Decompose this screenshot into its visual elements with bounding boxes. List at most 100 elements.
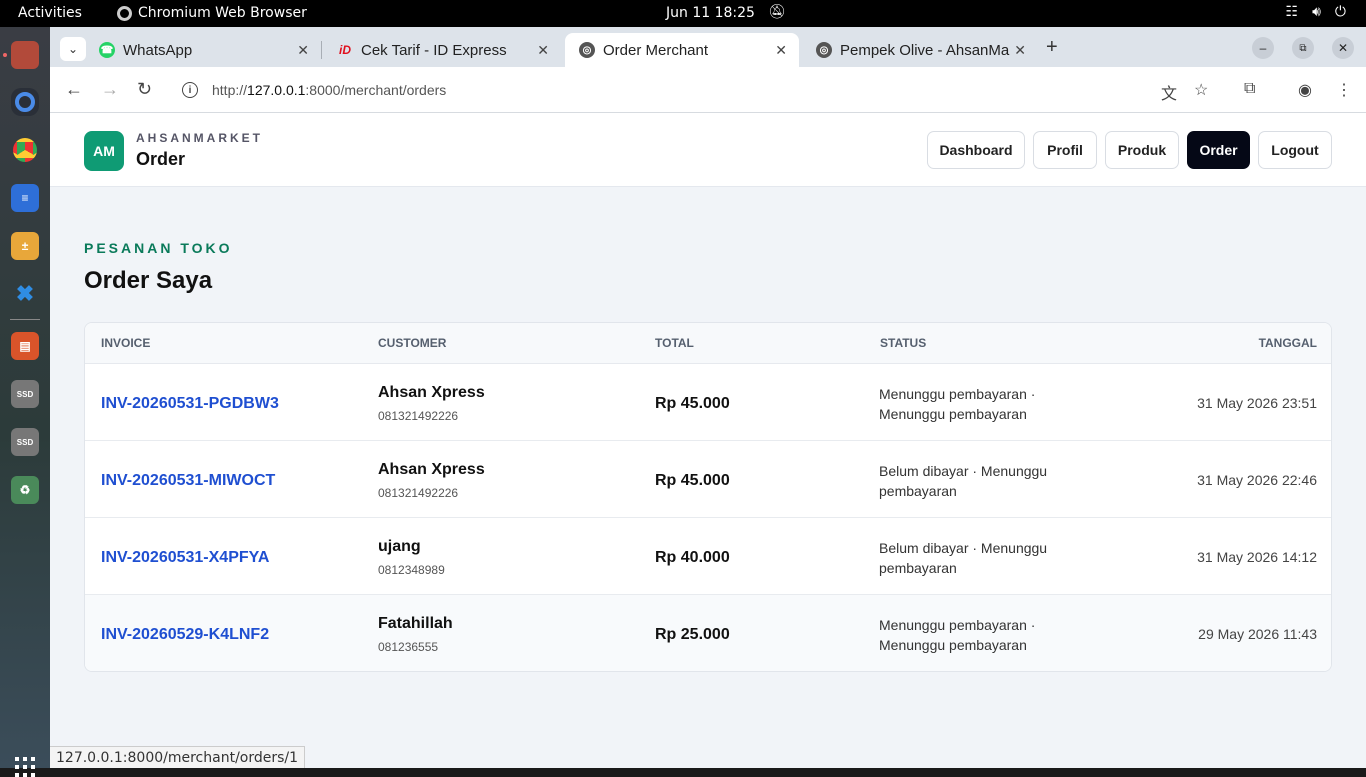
vscode-icon[interactable]: ✖ <box>11 280 39 308</box>
maximize-icon[interactable]: ⧉ <box>1292 37 1314 59</box>
forward-icon[interactable]: → <box>101 79 119 100</box>
customer-name: Ahsan Xpress <box>378 461 485 478</box>
invoice-link[interactable]: INV-20260531-X4PFYA <box>101 549 269 567</box>
table-row[interactable]: INV-20260529-K4LNF2 Fatahillah 081236555… <box>85 595 1331 671</box>
activities-button[interactable]: Activities <box>18 5 82 21</box>
tab-cek-tarif[interactable]: iD Cek Tarif - ID Express ✕ <box>323 33 561 67</box>
site-info-icon[interactable]: i <box>182 82 198 98</box>
back-icon[interactable]: ← <box>65 79 83 100</box>
tab-strip: ⌄ ☎ WhatsApp ✕ iD Cek Tarif - ID Express… <box>50 27 1366 67</box>
tab-title: Cek Tarif - ID Express <box>361 41 507 59</box>
calculator-icon[interactable]: ± <box>11 232 39 260</box>
browser-window: ⌄ ☎ WhatsApp ✕ iD Cek Tarif - ID Express… <box>50 27 1366 768</box>
nav-order[interactable]: Order <box>1187 131 1250 169</box>
chrome-icon[interactable] <box>11 136 39 164</box>
table-header: INVOICE CUSTOMER TOTAL STATUS TANGGAL <box>85 323 1331 364</box>
tab-divider <box>321 41 322 59</box>
tab-search-chevron-down-icon[interactable]: ⌄ <box>60 37 86 61</box>
column-status: STATUS <box>880 336 927 350</box>
order-date: 31 May 2026 22:46 <box>1197 472 1317 488</box>
close-icon[interactable]: ✕ <box>297 42 309 59</box>
customer-phone: 081321492226 <box>378 409 459 423</box>
link-status-bar: 127.0.0.1:8000/merchant/orders/1 <box>50 746 306 768</box>
files-icon[interactable] <box>11 41 39 69</box>
order-date: 31 May 2026 23:51 <box>1197 395 1317 411</box>
order-total: Rp 45.000 <box>655 472 730 489</box>
customer-phone: 0812348989 <box>378 563 445 577</box>
order-status: Menunggu pembayaran · Menunggu pembayara… <box>879 617 1036 653</box>
close-icon[interactable]: ✕ <box>537 42 549 59</box>
whatsapp-icon: ☎ <box>99 42 115 58</box>
menu-icon[interactable]: ⋮ <box>1336 80 1352 100</box>
chromium-icon <box>117 5 132 21</box>
table-row[interactable]: INV-20260531-PGDBW3 Ahsan Xpress 0813214… <box>85 364 1331 441</box>
url-host: 127.0.0.1 <box>247 82 306 98</box>
nav-profil[interactable]: Profil <box>1033 131 1097 169</box>
customer-name: Ahsan Xpress <box>378 384 485 401</box>
new-tab-icon[interactable]: + <box>1046 36 1058 59</box>
impress-icon[interactable]: ▤ <box>11 332 39 360</box>
tab-title: Order Merchant <box>603 41 709 59</box>
invoice-link[interactable]: INV-20260531-PGDBW3 <box>101 395 279 413</box>
dock: ≡ ± ✖ ▤ SSD SSD ♻ <box>0 27 50 777</box>
notification-muted-icon: 🔕︎ <box>768 4 786 20</box>
idexpress-icon: iD <box>339 43 351 57</box>
table-row[interactable]: INV-20260531-MIWOCT Ahsan Xpress 0813214… <box>85 441 1331 518</box>
orders-table: INVOICE CUSTOMER TOTAL STATUS TANGGAL IN… <box>84 322 1332 672</box>
order-status: Belum dibayar · Menunggu pembayaran <box>879 540 1048 576</box>
chromium-dock-icon[interactable] <box>11 88 39 116</box>
minimize-icon[interactable]: – <box>1252 37 1274 59</box>
close-icon[interactable]: ✕ <box>775 42 787 59</box>
url-path: :8000/merchant/orders <box>305 82 447 98</box>
url-scheme: http:// <box>212 82 248 98</box>
tab-title: WhatsApp <box>123 41 193 59</box>
app-menu[interactable]: Chromium Web Browser <box>117 5 307 21</box>
column-tanggal: TANGGAL <box>1258 336 1317 350</box>
table-row[interactable]: INV-20260531-X4PFYA ujang 0812348989 Rp … <box>85 518 1331 595</box>
profile-icon[interactable]: ◉ <box>1298 80 1312 100</box>
address-bar[interactable]: i http://127.0.0.1:8000/merchant/orders <box>170 74 1260 106</box>
logo[interactable]: AM <box>84 131 124 171</box>
tab-pempek-olive[interactable]: ◎ Pempek Olive - AhsanMa ✕ <box>802 33 1038 67</box>
web-page: AM AHSANMARKET Order Dashboard Profil Pr… <box>50 114 1366 768</box>
url-text[interactable]: http://127.0.0.1:8000/merchant/orders <box>212 82 446 98</box>
translate-icon[interactable]: 文 <box>1161 80 1177 104</box>
column-invoice: INVOICE <box>101 336 151 350</box>
drive-icon[interactable]: SSD <box>11 380 39 408</box>
customer-name: ujang <box>378 538 421 555</box>
nav-produk[interactable]: Produk <box>1105 131 1179 169</box>
column-customer: CUSTOMER <box>378 336 447 350</box>
invoice-link[interactable]: INV-20260529-K4LNF2 <box>101 626 269 644</box>
network-icon: ☷ <box>1285 4 1299 20</box>
close-icon[interactable]: ✕ <box>1014 42 1026 59</box>
customer-phone: 081236555 <box>378 640 439 654</box>
nav-dashboard[interactable]: Dashboard <box>927 131 1025 169</box>
customer-name: Fatahillah <box>378 615 453 632</box>
drive-icon[interactable]: SSD <box>11 428 39 456</box>
site-header: AM AHSANMARKET Order Dashboard Profil Pr… <box>50 114 1366 187</box>
tab-title: Pempek Olive - AhsanMa <box>840 41 1010 59</box>
order-total: Rp 25.000 <box>655 626 730 643</box>
nav-logout[interactable]: Logout <box>1258 131 1332 169</box>
show-apps-icon[interactable] <box>15 757 35 777</box>
tab-order-merchant[interactable]: ◎ Order Merchant ✕ <box>565 33 799 67</box>
section-eyebrow: PESANAN TOKO <box>84 240 233 256</box>
reload-icon[interactable]: ↻ <box>137 79 152 100</box>
extensions-icon[interactable]: ⧉ <box>1244 80 1255 98</box>
writer-icon[interactable]: ≡ <box>11 184 39 212</box>
close-window-icon[interactable]: ✕ <box>1332 37 1354 59</box>
running-indicator <box>3 53 7 57</box>
header-page-title: Order <box>136 149 186 169</box>
system-top-bar: Activities Chromium Web Browser Jun 11 1… <box>0 0 1366 27</box>
trash-icon[interactable]: ♻ <box>11 476 39 504</box>
bookmark-star-icon[interactable]: ☆ <box>1194 80 1208 100</box>
volume-icon: 🔊︎ <box>1312 4 1321 20</box>
tab-whatsapp[interactable]: ☎ WhatsApp ✕ <box>85 33 321 67</box>
globe-icon: ◎ <box>816 42 832 58</box>
invoice-link[interactable]: INV-20260531-MIWOCT <box>101 472 275 490</box>
app-name: Chromium Web Browser <box>138 5 307 21</box>
column-total: TOTAL <box>655 336 694 350</box>
clock[interactable]: Jun 11 18:25 <box>666 5 755 21</box>
system-tray[interactable]: ☷ 🔊︎ ⏻ <box>1286 4 1346 20</box>
order-date: 31 May 2026 14:12 <box>1197 549 1317 565</box>
